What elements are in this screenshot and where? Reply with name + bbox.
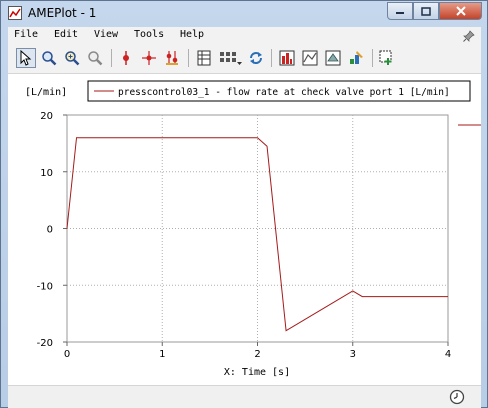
grid-layout-dropdown[interactable] [218, 48, 244, 68]
minimize-button[interactable] [387, 2, 413, 20]
marker-crosshair-button[interactable] [139, 48, 159, 68]
toolbar-separator [271, 49, 272, 67]
toolbar-separator [372, 49, 373, 67]
menu-view[interactable]: View [94, 29, 118, 40]
toolbar [8, 45, 481, 74]
zoom-in-button[interactable] [39, 48, 59, 68]
menu-tools[interactable]: Tools [134, 29, 164, 40]
data-table-button[interactable] [194, 48, 214, 68]
window-title: AMEPlot - 1 [28, 6, 97, 20]
bar-chart-icon [279, 50, 295, 66]
close-icon [455, 6, 466, 16]
maximize-button[interactable] [413, 2, 439, 20]
zoom-reset-button[interactable] [85, 48, 105, 68]
table-icon [197, 50, 211, 66]
clock-icon[interactable] [449, 389, 465, 405]
new-plot-icon [379, 50, 392, 65]
zoom-region-button[interactable] [62, 48, 82, 68]
marker-single-button[interactable] [116, 48, 136, 68]
marker-single-icon [123, 51, 129, 65]
marker-crosshair-icon [142, 51, 156, 65]
marker-multi-button[interactable] [162, 48, 182, 68]
y-tick-label: 20 [40, 111, 53, 122]
menu-help[interactable]: Help [180, 29, 204, 40]
x-axis-label: X: Time [s] [224, 367, 290, 378]
line-chart[interactable]: [L/min] presscontrol03_1 - flow rate at … [8, 74, 481, 385]
new-plot-button[interactable] [377, 48, 397, 68]
menu-edit[interactable]: Edit [54, 29, 78, 40]
refresh-button[interactable] [246, 48, 266, 68]
status-bar [8, 385, 481, 408]
magnifier-region-icon [65, 51, 80, 66]
plot-area[interactable]: [L/min] presscontrol03_1 - flow rate at … [8, 74, 481, 385]
y-tick-label: 0 [47, 225, 53, 236]
select-pointer-button[interactable] [16, 48, 36, 68]
refresh-icon [250, 52, 262, 64]
y-tick-label: -10 [37, 281, 53, 292]
plot-bar-chart-button[interactable] [277, 48, 297, 68]
grid-layout-icon [220, 52, 242, 65]
title-bar[interactable]: AMEPlot - 1 [1, 1, 487, 27]
magnifier-reset-icon [88, 51, 103, 66]
legend-label: presscontrol03_1 - flow rate at check va… [118, 87, 450, 98]
y-tick-label: -20 [37, 338, 53, 349]
minimize-icon [396, 12, 404, 14]
xy-plot-icon [302, 50, 318, 66]
menu-bar: File Edit View Tools Help [8, 27, 481, 45]
maximize-icon [421, 6, 431, 16]
x-tick-label: 2 [254, 349, 260, 360]
x-tick-label: 0 [64, 349, 70, 360]
marker-multi-icon [166, 51, 178, 65]
toolbar-separator [111, 49, 112, 67]
plot-wizard-icon [350, 51, 363, 64]
x-tick-label: 3 [350, 349, 356, 360]
plot-wizard-button[interactable] [346, 48, 366, 68]
x-tick-label: 4 [445, 349, 451, 360]
x-tick-label: 1 [159, 349, 165, 360]
plot-3d-button[interactable] [323, 48, 343, 68]
ameplot-app-icon [8, 6, 22, 20]
pointer-icon [20, 50, 32, 66]
y-tick-label: 10 [40, 168, 53, 179]
3d-plot-icon [325, 50, 341, 66]
toolbar-separator [188, 49, 189, 67]
menu-file[interactable]: File [14, 29, 38, 40]
magnifier-zoom-icon [42, 51, 57, 66]
close-button[interactable] [439, 2, 482, 20]
y-unit-label: [L/min] [25, 87, 67, 98]
ameplot-window: AMEPlot - 1 File Edit View Tools Help [L… [0, 0, 488, 408]
pin-icon[interactable] [463, 30, 475, 42]
plot-xy-button[interactable] [300, 48, 320, 68]
